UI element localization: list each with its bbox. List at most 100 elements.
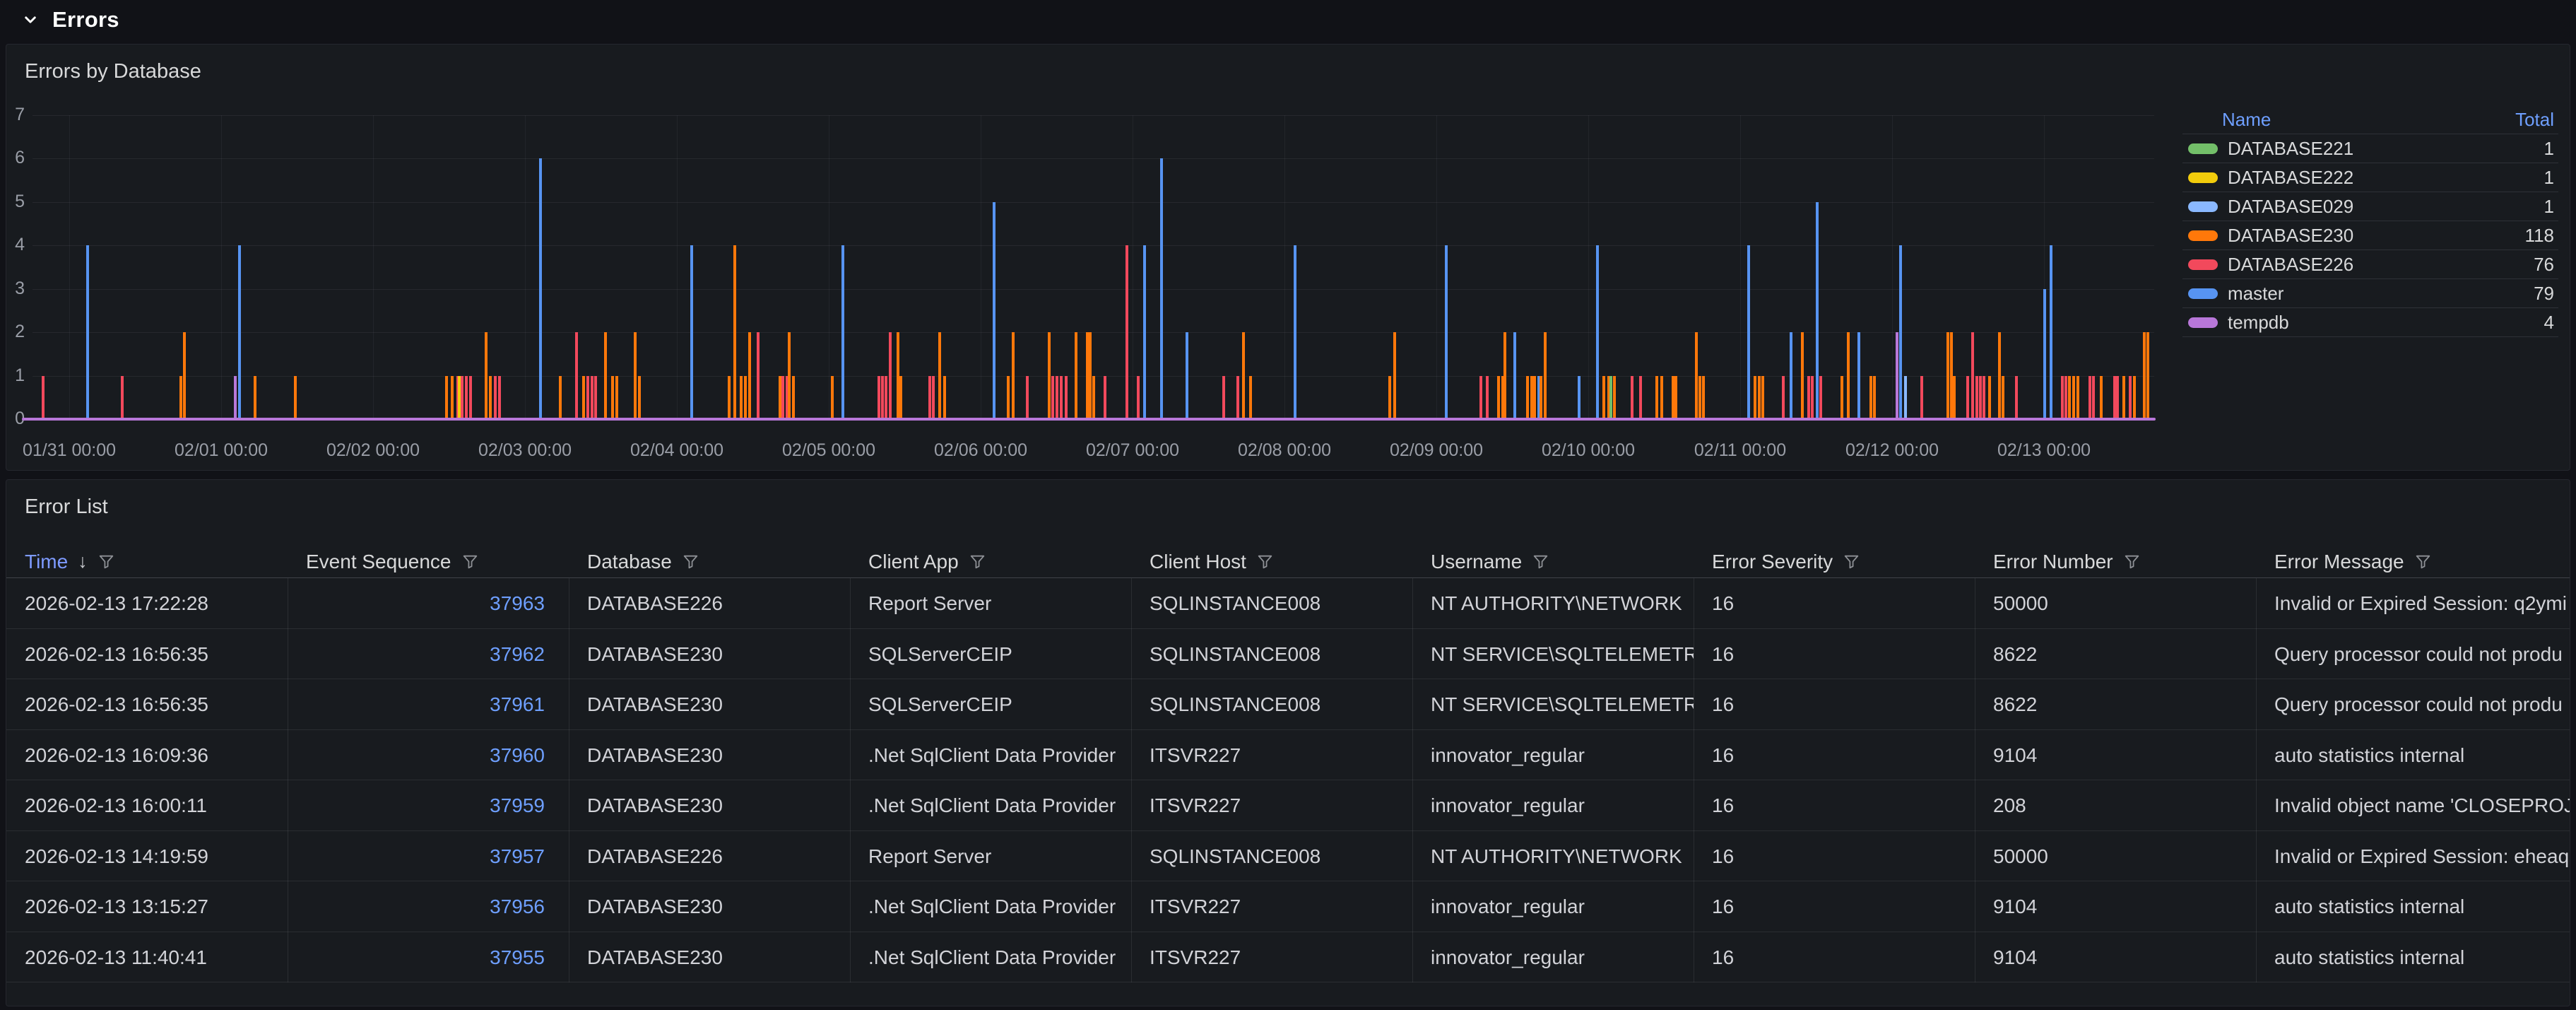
filter-icon[interactable] (2414, 553, 2432, 570)
section-title[interactable]: Errors (52, 7, 119, 33)
legend-row-tempdb[interactable]: tempdb4 (2182, 308, 2558, 337)
legend-series-total: 1 (2544, 167, 2554, 189)
bar-master (1596, 245, 1599, 419)
bar-DATABASE230 (183, 332, 186, 419)
table-row: 2026-02-13 17:22:2837963DATABASE226Repor… (6, 578, 2570, 629)
y-tick-label: 3 (6, 278, 25, 299)
column-header-label[interactable]: Client App (868, 551, 959, 573)
column-header-label[interactable]: Error Message (2274, 551, 2404, 573)
table-cell: NT SERVICE\SQLTELEMETR (1412, 679, 1694, 730)
event-sequence-link[interactable]: 37962 (288, 629, 569, 680)
legend-series-name[interactable]: DATABASE029 (2228, 196, 2353, 218)
event-sequence-link[interactable]: 37959 (288, 780, 569, 831)
bar-DATABASE230 (445, 376, 448, 419)
bar-DATABASE230 (1540, 376, 1542, 419)
bar-DATABASE230 (728, 376, 731, 419)
bar-DATABASE230 (1526, 376, 1529, 419)
table-cell: NT AUTHORITY\NETWORK (1412, 831, 1694, 882)
legend-row-DATABASE221[interactable]: DATABASE2211 (2182, 134, 2558, 163)
legend-row-DATABASE226[interactable]: DATABASE22676 (2182, 250, 2558, 279)
column-header-error-number[interactable]: Error Number (1975, 545, 2256, 578)
sort-desc-icon[interactable]: ↓ (78, 551, 88, 572)
x-tick-label: 02/09 00:00 (1390, 440, 1483, 461)
column-header-label[interactable]: Event Sequence (306, 551, 451, 573)
event-sequence-link[interactable]: 37957 (288, 831, 569, 882)
bar-DATABASE226 (1639, 376, 1642, 419)
legend-series-name[interactable]: DATABASE221 (2228, 138, 2353, 160)
column-header-client-host[interactable]: Client Host (1131, 545, 1412, 578)
table-panel-title[interactable]: Error List (25, 495, 108, 519)
bar-DATABASE230 (2002, 376, 2004, 419)
filter-icon[interactable] (1843, 553, 1860, 570)
column-header-label[interactable]: Database (587, 551, 672, 573)
legend-row-DATABASE222[interactable]: DATABASE222 1 (2182, 163, 2558, 192)
legend-series-name[interactable]: DATABASE226 (2228, 254, 2353, 276)
bar-DATABASE226 (121, 376, 124, 419)
x-tick-label: 02/11 00:00 (1694, 440, 1786, 461)
bar-DATABASE230 (1602, 376, 1605, 419)
column-header-error-severity[interactable]: Error Severity (1694, 545, 1975, 578)
bar-DATABASE230 (1847, 332, 1850, 419)
filter-icon[interactable] (1256, 553, 1274, 570)
column-header-error-message[interactable]: Error Message (2256, 545, 2570, 578)
legend-series-name[interactable]: DATABASE222 (2228, 167, 2353, 189)
time-series-plot[interactable] (18, 115, 2154, 419)
legend-series-name[interactable]: DATABASE230 (2228, 225, 2353, 247)
bar-DATABASE230 (1613, 376, 1616, 419)
bar-DATABASE230 (489, 376, 492, 419)
legend-row-master[interactable]: master79 (2182, 279, 2558, 308)
table-cell: DATABASE230 (569, 932, 850, 983)
column-header-label[interactable]: Error Severity (1712, 551, 1833, 573)
table-cell: ITSVR227 (1131, 730, 1412, 781)
event-sequence-link[interactable]: 37963 (288, 578, 569, 629)
bar-DATABASE230 (1695, 332, 1698, 419)
column-header-label[interactable]: Time (25, 551, 68, 573)
filter-icon[interactable] (969, 553, 986, 570)
filter-icon[interactable] (461, 553, 479, 570)
legend-series-name[interactable]: tempdb (2228, 312, 2289, 334)
bar-DATABASE230 (294, 376, 297, 419)
bar-DATABASE230 (1092, 376, 1095, 419)
table-cell: auto statistics internal (2256, 881, 2570, 932)
table-cell: SQLServerCEIP (850, 629, 1131, 680)
column-header-label[interactable]: Error Number (1993, 551, 2113, 573)
bar-DATABASE230 (615, 376, 618, 419)
legend-row-DATABASE029[interactable]: DATABASE0291 (2182, 192, 2558, 221)
table-cell: ITSVR227 (1131, 780, 1412, 831)
column-header-event-sequence[interactable]: Event Sequence (288, 545, 569, 578)
bar-DATABASE029 (1904, 376, 1907, 419)
chevron-down-icon[interactable] (18, 8, 42, 32)
bar-DATABASE226 (498, 376, 501, 419)
legend-series-name[interactable]: master (2228, 283, 2283, 305)
table-row: 2026-02-13 16:56:3537961DATABASE230SQLSe… (6, 679, 2570, 730)
bar-master (1445, 245, 1448, 419)
column-header-label[interactable]: Client Host (1150, 551, 1246, 573)
column-header-time[interactable]: Time ↓ (6, 545, 288, 578)
series-color-swatch (2188, 143, 2218, 154)
legend-row-DATABASE230[interactable]: DATABASE230118 (2182, 221, 2558, 250)
column-header-username[interactable]: Username (1412, 545, 1694, 578)
event-sequence-link[interactable]: 37961 (288, 679, 569, 730)
chart-panel-title[interactable]: Errors by Database (25, 60, 201, 83)
column-header-label[interactable]: Username (1431, 551, 1522, 573)
column-header-database[interactable]: Database (569, 545, 850, 578)
filter-icon[interactable] (682, 553, 699, 570)
bar-DATABASE226 (465, 376, 468, 419)
event-sequence-link[interactable]: 37960 (288, 730, 569, 781)
legend-name-header[interactable]: Name (2222, 109, 2271, 131)
x-tick-label: 02/05 00:00 (782, 440, 875, 461)
bar-DATABASE230 (611, 376, 614, 419)
legend-total-header[interactable]: Total (2515, 109, 2554, 131)
bar-DATABASE230 (938, 332, 941, 419)
bar-master (993, 202, 995, 419)
filter-icon[interactable] (98, 553, 115, 570)
column-header-client-app[interactable]: Client App (850, 545, 1131, 578)
event-sequence-link[interactable]: 37956 (288, 881, 569, 932)
table-cell: 16 (1694, 831, 1975, 882)
filter-icon[interactable] (1532, 553, 1549, 570)
filter-icon[interactable] (2123, 553, 2141, 570)
bar-DATABASE230 (604, 332, 607, 419)
x-tick-label: 02/10 00:00 (1542, 440, 1635, 461)
bar-DATABASE230 (1998, 332, 2001, 419)
event-sequence-link[interactable]: 37955 (288, 932, 569, 983)
